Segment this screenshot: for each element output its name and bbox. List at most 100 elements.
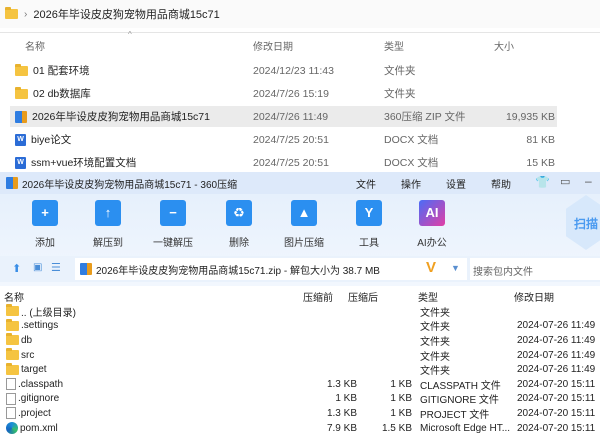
search-input[interactable]: 搜索包内文件 bbox=[470, 258, 600, 280]
file-row[interactable]: 02 db数据库 2024/7/26 15:19 文件夹 bbox=[10, 83, 557, 104]
file-name: 2026年毕设皮皮狗宠物用品商城15c71 bbox=[32, 111, 210, 123]
column-name[interactable]: 名称 bbox=[4, 289, 24, 304]
thumbnail-view-icon[interactable]: ▣ bbox=[33, 262, 42, 273]
archive-row[interactable]: .settings 文件夹 2024-07-26 11:49 bbox=[0, 318, 600, 334]
up-arrow-icon[interactable]: ⬆ bbox=[12, 262, 21, 275]
tool-button[interactable]: ▲ 图片压缩 bbox=[279, 200, 329, 249]
tool-button[interactable]: AI AI办公 bbox=[407, 200, 457, 249]
tool-button[interactable]: ↑ 解压到 bbox=[83, 200, 133, 249]
size-before: 1.3 KB bbox=[326, 407, 357, 419]
list-view-icon[interactable]: ☰ bbox=[51, 261, 61, 274]
tool-button[interactable]: − 一键解压 bbox=[148, 200, 198, 249]
entry-type: PROJECT 文件 bbox=[420, 409, 490, 421]
file-size: 19,935 KB bbox=[505, 110, 555, 123]
file-type: DOCX 文档 bbox=[384, 157, 439, 169]
menu-help[interactable]: 帮助 bbox=[491, 176, 511, 191]
v-logo-icon[interactable]: V bbox=[426, 259, 436, 276]
zip-icon bbox=[15, 110, 27, 123]
archive-row[interactable]: pom.xml 7.9 KB 1.5 KB Microsoft Edge HT... 2… bbox=[0, 421, 600, 436]
dropdown-icon[interactable]: ▼ bbox=[451, 263, 460, 273]
entry-type: CLASSPATH 文件 bbox=[420, 380, 501, 392]
menu-settings[interactable]: 设置 bbox=[446, 176, 466, 191]
word-icon: W bbox=[15, 133, 26, 146]
file-row[interactable]: 01 配套环境 2024/12/23 11:43 文件夹 bbox=[10, 60, 557, 81]
entry-type: 文件夹 bbox=[420, 307, 450, 319]
file-date: 2024/7/25 20:51 bbox=[253, 133, 329, 146]
entry-name: .project bbox=[18, 407, 51, 419]
path-field[interactable]: 2026年毕设皮皮狗宠物用品商城15c71.zip - 解包大小为 38.7 M… bbox=[75, 258, 467, 280]
chevron-right-icon: › bbox=[24, 8, 28, 20]
entry-name: target bbox=[21, 364, 47, 376]
entry-type: Microsoft Edge HT... bbox=[420, 422, 511, 434]
entry-date: 2024-07-26 11:49 bbox=[517, 349, 596, 361]
archive-row[interactable]: target 文件夹 2024-07-26 11:49 bbox=[0, 362, 600, 377]
entry-date: 2024-07-20 15:11 bbox=[517, 393, 596, 405]
entry-date: 2024-07-26 11:49 bbox=[517, 334, 596, 346]
file-icon bbox=[6, 392, 16, 405]
file-row[interactable]: Wbiye论文 2024/7/25 20:51 DOCX 文档 81 KB bbox=[10, 129, 557, 150]
entry-name: db bbox=[21, 334, 33, 346]
file-name: ssm+vue环境配置文档 bbox=[31, 157, 137, 169]
entry-type: 文件夹 bbox=[420, 351, 450, 363]
archive-row[interactable]: .gitignore 1 KB 1 KB GITIGNORE 文件 2024-07-20… bbox=[0, 392, 600, 407]
archive-row[interactable]: .project 1.3 KB 1 KB PROJECT 文件 2024-07-20 1… bbox=[0, 406, 600, 421]
column-before[interactable]: 压缩前 bbox=[303, 289, 333, 304]
column-name[interactable]: 名称 bbox=[25, 38, 45, 56]
entry-type: 文件夹 bbox=[420, 322, 450, 334]
column-date[interactable]: 修改日期 bbox=[514, 289, 554, 304]
tool-icon: ♻ bbox=[226, 200, 252, 226]
archive-row[interactable]: db 文件夹 2024-07-26 11:49 bbox=[0, 333, 600, 348]
tool-icon: + bbox=[32, 200, 58, 226]
entry-date: 2024-07-20 15:11 bbox=[517, 378, 596, 390]
file-icon bbox=[6, 378, 16, 391]
feedback-icon[interactable]: ▭ bbox=[560, 175, 570, 188]
tool-button[interactable]: Y 工具 bbox=[344, 200, 394, 249]
size-after: 1 KB bbox=[390, 393, 412, 405]
archive-row[interactable]: .classpath 1.3 KB 1 KB CLASSPATH 文件 2024-07-… bbox=[0, 377, 600, 392]
tool-label: 添加 bbox=[35, 238, 55, 249]
column-date[interactable]: 修改日期 bbox=[253, 38, 293, 56]
entry-type: GITIGNORE 文件 bbox=[420, 395, 499, 407]
archive-row[interactable]: .. (上级目录) 文件夹 bbox=[0, 304, 600, 319]
file-icon bbox=[6, 407, 16, 420]
folder-icon bbox=[6, 362, 19, 375]
breadcrumb[interactable]: 2026年毕设皮皮狗宠物用品商城15c71 bbox=[33, 6, 219, 22]
size-before: 1.3 KB bbox=[326, 378, 357, 390]
size-before: 7.9 KB bbox=[326, 422, 357, 434]
zip-icon bbox=[6, 177, 18, 189]
explorer-address-bar[interactable]: › 2026年毕设皮皮狗宠物用品商城15c71 bbox=[0, 0, 600, 28]
file-name: 01 配套环境 bbox=[33, 65, 90, 77]
file-row[interactable]: Wssm+vue环境配置文档 2024/7/25 20:51 DOCX 文档 15 K… bbox=[10, 152, 557, 173]
column-type[interactable]: 类型 bbox=[418, 289, 438, 304]
entry-name: .gitignore bbox=[18, 393, 60, 405]
edge-icon bbox=[6, 422, 18, 435]
file-row[interactable]: 2026年毕设皮皮狗宠物用品商城15c71 2024/7/26 11:49 360压… bbox=[10, 106, 557, 127]
file-name: 02 db数据库 bbox=[33, 88, 91, 100]
divider bbox=[0, 32, 600, 33]
column-size[interactable]: 大小 bbox=[494, 38, 514, 56]
tool-icon: − bbox=[160, 200, 186, 226]
entry-name: .classpath bbox=[18, 378, 64, 390]
sort-up-icon: ^ bbox=[128, 30, 132, 39]
tool-icon: AI bbox=[419, 200, 445, 226]
file-name: biye论文 bbox=[31, 134, 72, 146]
entry-date: 2024-07-20 15:11 bbox=[517, 407, 596, 419]
menu-operate[interactable]: 操作 bbox=[401, 176, 421, 191]
column-type[interactable]: 类型 bbox=[384, 38, 404, 56]
tool-button[interactable]: + 添加 bbox=[20, 200, 70, 249]
menu-file[interactable]: 文件 bbox=[356, 176, 376, 191]
entry-date: 2024-07-26 11:49 bbox=[517, 320, 596, 332]
list-header: 名称 压缩前 压缩后 类型 修改日期 bbox=[0, 289, 600, 304]
folder-icon bbox=[15, 86, 28, 99]
file-type: 360压缩 ZIP 文件 bbox=[384, 111, 466, 123]
tool-label: 删除 bbox=[229, 238, 249, 249]
folder-icon bbox=[6, 333, 19, 346]
file-type: 文件夹 bbox=[384, 65, 416, 77]
minimize-icon[interactable]: – bbox=[585, 174, 592, 188]
skin-icon[interactable]: 👕 bbox=[535, 175, 550, 189]
entry-name: src bbox=[21, 349, 35, 361]
column-after[interactable]: 压缩后 bbox=[348, 289, 378, 304]
archive-row[interactable]: src 文件夹 2024-07-26 11:49 bbox=[0, 348, 600, 363]
size-after: 1.5 KB bbox=[381, 422, 412, 434]
tool-button[interactable]: ♻ 删除 bbox=[214, 200, 264, 249]
